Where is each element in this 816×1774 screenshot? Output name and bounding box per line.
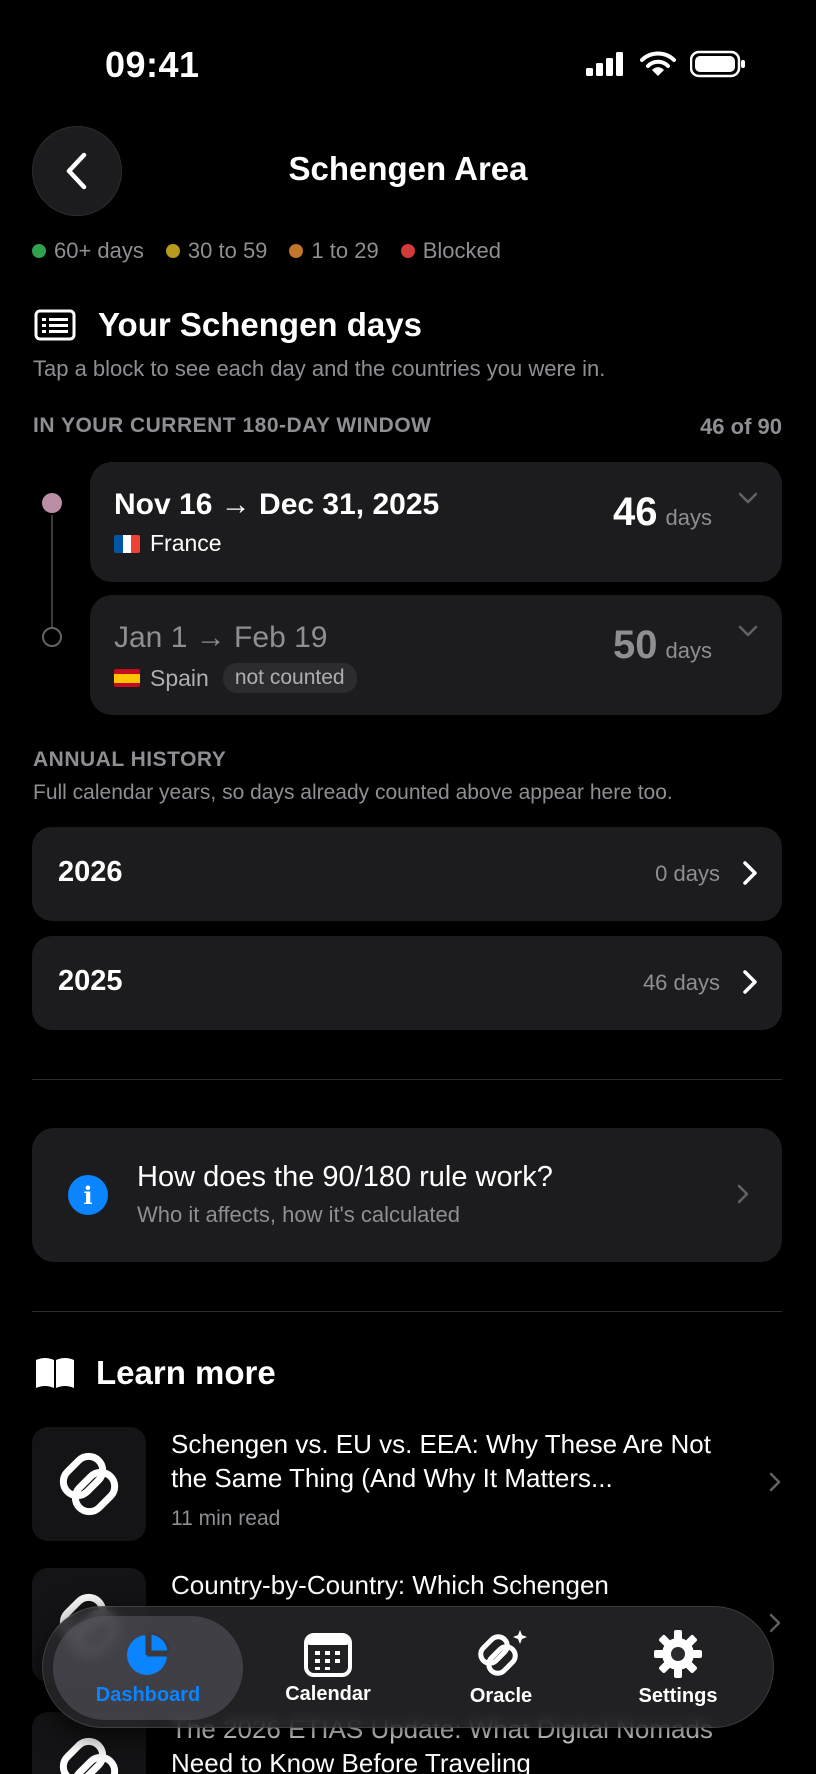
page-title: Schengen Area bbox=[288, 150, 528, 187]
tab-settings[interactable]: Settings bbox=[598, 1616, 758, 1720]
battery-icon bbox=[690, 50, 745, 78]
article-read-time: 11 min read bbox=[171, 1507, 281, 1530]
year-label: 2026 bbox=[58, 856, 123, 888]
not-counted-badge: not counted bbox=[222, 663, 357, 693]
learn-more-title: Learn more bbox=[96, 1354, 276, 1391]
chevron-right-icon bbox=[769, 1613, 781, 1633]
timeline-line bbox=[51, 515, 53, 627]
legend-item: 1 to 29 bbox=[289, 238, 379, 264]
spain-flag-icon bbox=[114, 669, 140, 687]
yellow-dot-icon bbox=[165, 244, 180, 258]
country-name: France bbox=[150, 530, 222, 556]
legend-item: Blocked bbox=[400, 238, 501, 264]
days-unit: days bbox=[665, 505, 712, 530]
knot-logo-icon bbox=[59, 1737, 119, 1774]
france-flag-icon bbox=[114, 534, 140, 553]
tab-oracle[interactable]: Oracle bbox=[426, 1616, 576, 1720]
section-title: Your Schengen days bbox=[98, 306, 422, 343]
annual-history-subtitle: Full calendar years, so days already cou… bbox=[33, 781, 673, 804]
section-subtitle: Tap a block to see each day and the coun… bbox=[33, 356, 606, 381]
tab-dashboard[interactable]: Dashboard bbox=[53, 1616, 243, 1720]
info-subtitle: Who it affects, how it's calculated bbox=[137, 1202, 460, 1227]
legend-label: 30 to 59 bbox=[187, 238, 268, 263]
days-count: 46 bbox=[613, 490, 658, 534]
tab-label: Settings bbox=[638, 1684, 718, 1707]
legend-item: 60+ days bbox=[32, 238, 144, 264]
year-days: 46 days bbox=[642, 970, 720, 995]
days-count: 50 bbox=[613, 623, 658, 667]
divider bbox=[32, 1079, 782, 1080]
article-item[interactable]: Schengen vs. EU vs. EEA: Why These Are N… bbox=[32, 1427, 782, 1547]
article-title: Country-by-Country: Which Schengen bbox=[171, 1570, 609, 1600]
period-card-spain[interactable]: Jan 1 → Feb 19 Spain not counted 50 days bbox=[90, 595, 782, 715]
calendar-icon bbox=[304, 1632, 352, 1677]
info-title: How does the 90/180 rule work? bbox=[137, 1161, 553, 1193]
chevron-right-icon bbox=[743, 861, 757, 885]
period-card-france[interactable]: Nov 16 → Dec 31, 2025 France 46 days bbox=[90, 462, 782, 582]
list-icon bbox=[34, 309, 76, 341]
legend-label: Blocked bbox=[422, 238, 501, 263]
tab-label: Oracle bbox=[469, 1684, 533, 1707]
article-thumbnail bbox=[32, 1427, 146, 1541]
window-count: 46 of 90 bbox=[700, 414, 782, 439]
learn-more-heading: Learn more bbox=[34, 1354, 276, 1392]
status-icons bbox=[586, 50, 746, 78]
tab-label: Calendar bbox=[285, 1682, 371, 1705]
year-row-2026[interactable]: 2026 0 days bbox=[32, 827, 782, 921]
tab-bar: Dashboard Calendar Oracle Settings bbox=[42, 1606, 774, 1728]
orange-dot-icon bbox=[289, 244, 304, 258]
timeline-dot-inactive bbox=[42, 627, 62, 647]
book-icon bbox=[36, 1358, 74, 1388]
chevron-right-icon bbox=[743, 970, 757, 994]
wifi-icon bbox=[640, 51, 676, 76]
legend-label: 60+ days bbox=[54, 238, 144, 263]
chevron-right-icon bbox=[769, 1472, 781, 1492]
info-icon: i bbox=[68, 1175, 108, 1215]
period-country: Spain not counted bbox=[114, 663, 357, 693]
year-label: 2025 bbox=[58, 965, 123, 997]
legend: 60+ days 30 to 59 1 to 29 Blocked bbox=[32, 238, 501, 264]
period-days: 50 days bbox=[613, 623, 712, 668]
period-range: Nov 16 → Dec 31, 2025 bbox=[114, 488, 440, 521]
rule-info-card[interactable]: i How does the 90/180 rule work? Who it … bbox=[32, 1128, 782, 1262]
tab-label: Dashboard bbox=[95, 1683, 201, 1706]
gear-icon bbox=[654, 1629, 702, 1678]
your-days-heading: Your Schengen days bbox=[34, 306, 422, 344]
status-time: 09:41 bbox=[105, 44, 200, 85]
chevron-down-icon bbox=[738, 625, 758, 637]
cellular-signal-icon bbox=[586, 52, 623, 76]
divider bbox=[32, 1311, 782, 1312]
year-row-2025[interactable]: 2025 46 days bbox=[32, 936, 782, 1030]
legend-item: 30 to 59 bbox=[165, 238, 268, 264]
pie-chart-icon bbox=[127, 1630, 171, 1675]
green-dot-icon bbox=[32, 244, 46, 258]
country-name: Spain bbox=[150, 664, 209, 691]
days-unit: days bbox=[665, 638, 712, 663]
timeline-dot-active bbox=[42, 493, 62, 513]
period-country: France bbox=[114, 530, 222, 557]
oracle-knot-icon bbox=[478, 1629, 527, 1676]
chevron-right-icon bbox=[737, 1184, 749, 1204]
article-title: Schengen vs. EU vs. EEA: Why These Are N… bbox=[171, 1429, 711, 1493]
knot-logo-icon bbox=[59, 1452, 119, 1516]
annual-history-label: ANNUAL HISTORY bbox=[33, 748, 227, 771]
year-days: 0 days bbox=[655, 861, 720, 886]
tab-calendar[interactable]: Calendar bbox=[253, 1616, 403, 1720]
period-range: Jan 1 → Feb 19 bbox=[114, 621, 328, 654]
period-days: 46 days bbox=[613, 490, 712, 535]
window-label: IN YOUR CURRENT 180-DAY WINDOW bbox=[33, 414, 432, 437]
red-dot-icon bbox=[400, 244, 415, 258]
legend-label: 1 to 29 bbox=[311, 238, 379, 263]
chevron-down-icon bbox=[738, 492, 758, 504]
